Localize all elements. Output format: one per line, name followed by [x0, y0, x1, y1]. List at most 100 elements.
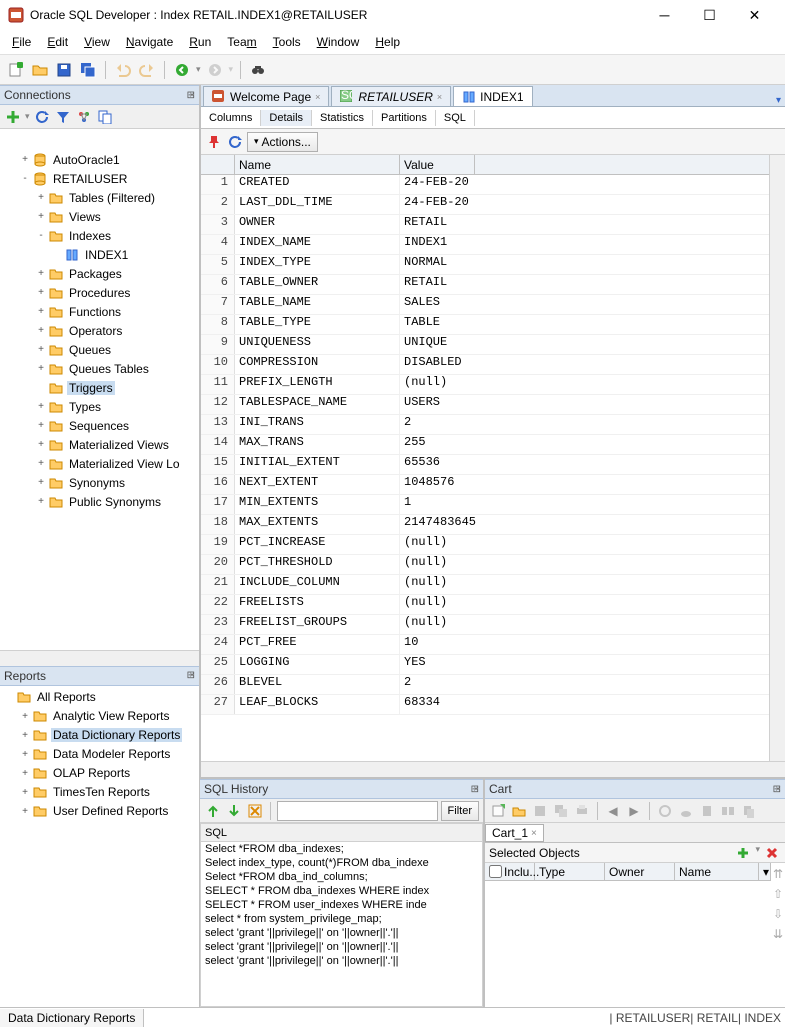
- editor-tab[interactable]: INDEX1: [453, 86, 532, 106]
- diff-icon[interactable]: [719, 802, 737, 820]
- col-header-value[interactable]: Value: [400, 155, 475, 174]
- grid-row[interactable]: 11PREFIX_LENGTH(null): [201, 375, 769, 395]
- editor-tab[interactable]: Welcome Page ×: [203, 86, 329, 106]
- sql-history-col-header[interactable]: SQL: [201, 824, 482, 842]
- refresh-cart-icon[interactable]: [656, 802, 674, 820]
- move-bottom-icon[interactable]: ⇊: [773, 927, 783, 941]
- prev-icon[interactable]: ◀: [604, 802, 622, 820]
- sql-history-row[interactable]: select 'grant '||privilege||' on '||owne…: [201, 954, 482, 968]
- tree-node[interactable]: All Reports: [0, 688, 199, 707]
- print-icon[interactable]: [573, 802, 591, 820]
- menu-help[interactable]: Help: [367, 33, 408, 51]
- append-icon[interactable]: [204, 802, 222, 820]
- grid-row[interactable]: 2LAST_DDL_TIME24-FEB-20: [201, 195, 769, 215]
- menu-run[interactable]: Run: [181, 33, 219, 51]
- grid-row[interactable]: 9UNIQUENESSUNIQUE: [201, 335, 769, 355]
- undo-icon[interactable]: [113, 60, 133, 80]
- actions-button[interactable]: ▾ Actions...: [247, 132, 318, 152]
- tree-node[interactable]: +AutoOracle1: [0, 150, 199, 169]
- forward-icon[interactable]: [205, 60, 225, 80]
- tree-node[interactable]: +Data Dictionary Reports: [0, 726, 199, 745]
- tree-node[interactable]: +OLAP Reports: [0, 764, 199, 783]
- grid-row[interactable]: 22FREELISTS(null): [201, 595, 769, 615]
- col-header-name[interactable]: Name: [235, 155, 400, 174]
- grid-row[interactable]: 21INCLUDE_COLUMN(null): [201, 575, 769, 595]
- grid-row[interactable]: 25LOGGINGYES: [201, 655, 769, 675]
- tree-node[interactable]: +Queues: [0, 340, 199, 359]
- sql-history-row[interactable]: Select *FROM dba_ind_columns;: [201, 870, 482, 884]
- grid-hscroll[interactable]: [201, 761, 785, 777]
- copy-icon[interactable]: [96, 108, 114, 126]
- editor-tab[interactable]: SQLRETAILUSER ×: [331, 86, 451, 106]
- tree-node[interactable]: +Data Modeler Reports: [0, 745, 199, 764]
- save-cart-icon[interactable]: [531, 802, 549, 820]
- menu-tools[interactable]: Tools: [265, 33, 309, 51]
- detail-grid[interactable]: Name Value 1CREATED24-FEB-202LAST_DDL_TI…: [201, 155, 769, 761]
- remove-object-icon[interactable]: [763, 844, 781, 862]
- deploy-icon[interactable]: [677, 802, 695, 820]
- menu-team[interactable]: Team: [219, 33, 264, 51]
- save-all-carts-icon[interactable]: [552, 802, 570, 820]
- tns-icon[interactable]: [75, 108, 93, 126]
- move-top-icon[interactable]: ⇈: [773, 867, 783, 881]
- back-icon[interactable]: [172, 60, 192, 80]
- open-cart-icon[interactable]: [510, 802, 528, 820]
- tree-node[interactable]: +Views: [0, 207, 199, 226]
- tree-node[interactable]: +Public Synonyms: [0, 492, 199, 511]
- filter-icon[interactable]: [54, 108, 72, 126]
- subtab-statistics[interactable]: Statistics: [312, 110, 373, 126]
- move-up-icon[interactable]: ⇧: [773, 887, 783, 901]
- sql-history-row[interactable]: select * from system_privilege_map;: [201, 912, 482, 926]
- reports-panel-header[interactable]: Reports × ⊟: [0, 666, 199, 686]
- grid-row[interactable]: 26BLEVEL2: [201, 675, 769, 695]
- status-tab[interactable]: Data Dictionary Reports: [0, 1009, 144, 1027]
- open-icon[interactable]: [30, 60, 50, 80]
- sql-history-row[interactable]: SELECT * FROM dba_indexes WHERE index: [201, 884, 482, 898]
- grid-row[interactable]: 12TABLESPACE_NAMEUSERS: [201, 395, 769, 415]
- pin-icon[interactable]: ⊟: [471, 784, 479, 795]
- tree-node[interactable]: +Queues Tables: [0, 359, 199, 378]
- include-all-checkbox[interactable]: [489, 865, 502, 878]
- grid-row[interactable]: 3OWNERRETAIL: [201, 215, 769, 235]
- close-icon[interactable]: ×: [531, 828, 537, 839]
- sql-history-header[interactable]: SQL History × ⊟: [200, 779, 483, 799]
- sql-history-row[interactable]: Select index_type, count(*)FROM dba_inde…: [201, 856, 482, 870]
- tab-list-icon[interactable]: ▾: [772, 95, 785, 106]
- tree-node[interactable]: +Materialized View Lo: [0, 454, 199, 473]
- menu-navigate[interactable]: Navigate: [118, 33, 181, 51]
- menu-window[interactable]: Window: [309, 33, 368, 51]
- grid-row[interactable]: 17MIN_EXTENTS1: [201, 495, 769, 515]
- reports-tree[interactable]: All Reports+Analytic View Reports+Data D…: [0, 686, 199, 1007]
- tree-node[interactable]: -Indexes: [0, 226, 199, 245]
- tree-node[interactable]: +Functions: [0, 302, 199, 321]
- export-icon[interactable]: [698, 802, 716, 820]
- redo-icon[interactable]: [137, 60, 157, 80]
- tree-node[interactable]: +TimesTen Reports: [0, 783, 199, 802]
- subtab-details[interactable]: Details: [261, 110, 312, 126]
- tree-node[interactable]: +Materialized Views: [0, 435, 199, 454]
- grid-row[interactable]: 10COMPRESSIONDISABLED: [201, 355, 769, 375]
- refresh-icon[interactable]: [33, 108, 51, 126]
- tree-node[interactable]: INDEX1: [0, 245, 199, 264]
- tree-node[interactable]: +Procedures: [0, 283, 199, 302]
- sql-history-row[interactable]: select 'grant '||privilege||' on '||owne…: [201, 926, 482, 940]
- grid-row[interactable]: 13INI_TRANS2: [201, 415, 769, 435]
- menu-file[interactable]: File: [4, 33, 39, 51]
- pin-icon[interactable]: ⊟: [773, 784, 781, 795]
- tree-node[interactable]: -RETAILUSER: [0, 169, 199, 188]
- grid-row[interactable]: 14MAX_TRANS255: [201, 435, 769, 455]
- cart-tab[interactable]: Cart_1 ×: [485, 824, 544, 842]
- sql-history-row[interactable]: SELECT * FROM user_indexes WHERE inde: [201, 898, 482, 912]
- sql-history-row[interactable]: select 'grant '||privilege||' on '||owne…: [201, 940, 482, 954]
- copy-cart-icon[interactable]: [740, 802, 758, 820]
- new-cart-icon[interactable]: [489, 802, 507, 820]
- grid-row[interactable]: 4INDEX_NAMEINDEX1: [201, 235, 769, 255]
- pin-icon[interactable]: ⊟: [187, 670, 195, 681]
- menu-edit[interactable]: Edit: [39, 33, 76, 51]
- grid-row[interactable]: 20PCT_THRESHOLD(null): [201, 555, 769, 575]
- save-icon[interactable]: [54, 60, 74, 80]
- grid-row[interactable]: 16NEXT_EXTENT1048576: [201, 475, 769, 495]
- grid-row[interactable]: 5INDEX_TYPENORMAL: [201, 255, 769, 275]
- menu-view[interactable]: View: [76, 33, 118, 51]
- close-icon[interactable]: ×: [437, 92, 442, 102]
